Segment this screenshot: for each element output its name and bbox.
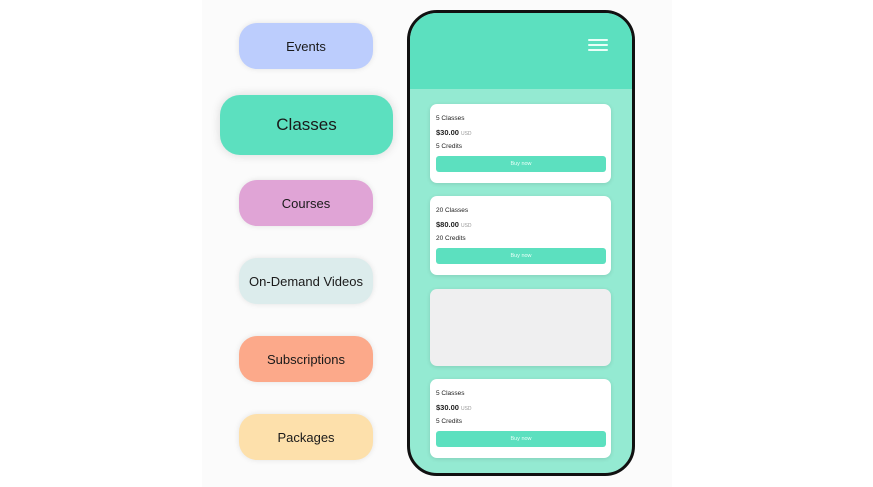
package-card: 5 Classes $30.00 USD 5 Credits Buy now <box>430 379 611 458</box>
package-card: 5 Classes $30.00 USD 5 Credits Buy now <box>430 104 611 183</box>
card-currency: USD <box>460 223 472 229</box>
category-events-label: Events <box>286 38 326 54</box>
category-on-demand-videos-button[interactable]: On-Demand Videos <box>239 258 373 304</box>
card-credits: 20 Credits <box>436 235 466 242</box>
card-credits: 5 Credits <box>436 143 463 150</box>
phone-mockup: 5 Classes $30.00 USD 5 Credits Buy now 20… <box>407 10 635 476</box>
category-on-demand-videos-label: On-Demand Videos <box>249 273 363 289</box>
card-price: $30.00 USD <box>436 403 606 413</box>
buy-now-button[interactable]: Buy now <box>436 431 606 447</box>
loading-card-placeholder <box>430 289 611 366</box>
stage: Events Classes Courses On-Demand Videos … <box>0 0 873 487</box>
card-title: 20 Classes <box>436 207 469 214</box>
card-price-amount: $80.00 <box>436 220 459 229</box>
category-courses-button[interactable]: Courses <box>239 180 373 226</box>
category-packages-button[interactable]: Packages <box>239 414 373 460</box>
package-card: 20 Classes $80.00 USD 20 Credits Buy now <box>430 196 611 275</box>
category-classes-label: Classes <box>276 115 337 134</box>
card-title: 5 Classes <box>436 390 465 397</box>
phone-header <box>410 13 632 89</box>
card-currency: USD <box>460 131 472 137</box>
card-credits: 5 Credits <box>436 418 463 425</box>
card-title: 5 Classes <box>436 115 465 122</box>
card-price: $30.00 USD <box>436 128 606 138</box>
category-subscriptions-button[interactable]: Subscriptions <box>239 336 373 382</box>
category-events-button[interactable]: Events <box>239 23 373 69</box>
hamburger-menu-icon[interactable] <box>588 39 608 53</box>
card-price-amount: $30.00 <box>436 128 459 137</box>
category-courses-label: Courses <box>281 195 331 211</box>
card-price-amount: $30.00 <box>436 403 459 412</box>
card-price: $80.00 USD <box>436 220 606 230</box>
buy-now-button[interactable]: Buy now <box>436 248 606 264</box>
category-subscriptions-label: Subscriptions <box>266 351 346 367</box>
category-packages-label: Packages <box>277 429 335 445</box>
card-currency: USD <box>460 406 472 412</box>
buy-now-button[interactable]: Buy now <box>436 156 606 172</box>
category-classes-button[interactable]: Classes <box>220 95 393 155</box>
